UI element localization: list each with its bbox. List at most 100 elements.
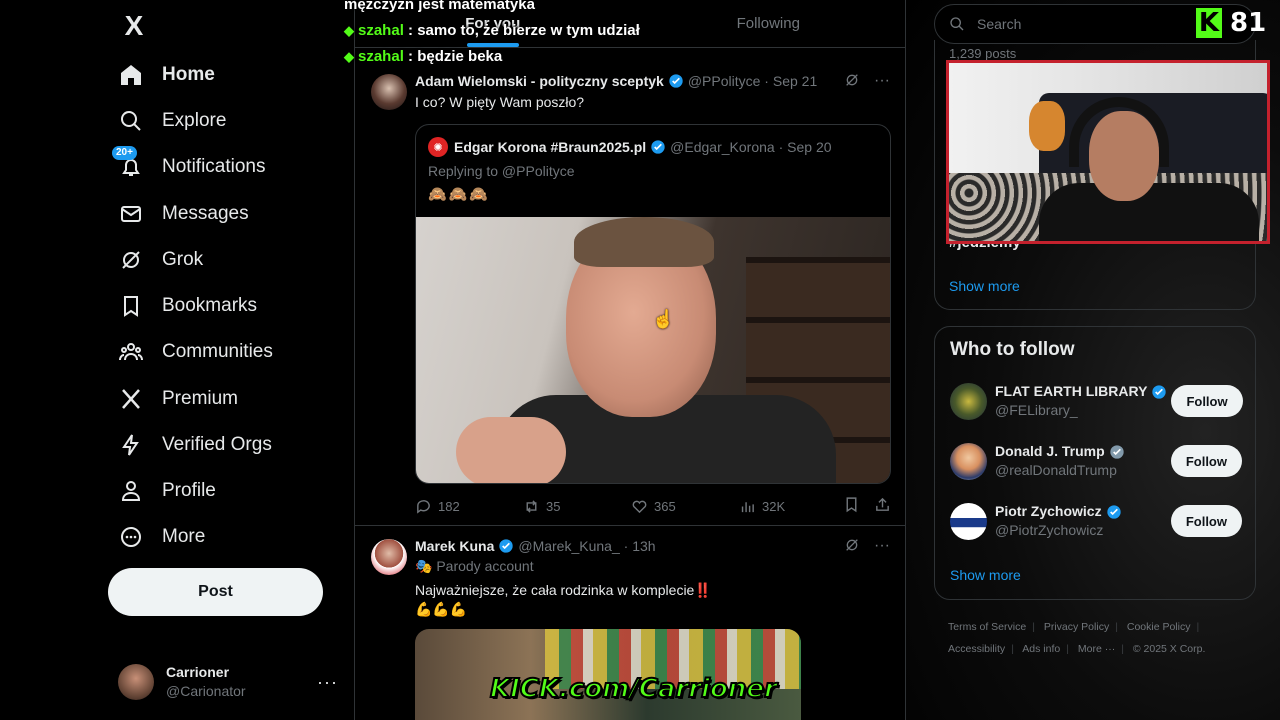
bar-chart-icon bbox=[741, 501, 754, 512]
sidebar-item-verified-orgs[interactable]: Verified Orgs bbox=[118, 427, 272, 463]
suggestion-handle: @realDonaldTrump bbox=[995, 462, 1117, 478]
tweet[interactable]: Adam Wielomski - polityczny sceptyk @PPo… bbox=[355, 62, 905, 526]
sidebar-item-label: Notifications bbox=[162, 156, 266, 177]
verified-badge-icon bbox=[1152, 384, 1167, 399]
sidebar-item-messages[interactable]: Messages bbox=[118, 196, 249, 232]
home-icon bbox=[118, 62, 144, 88]
verified-badge-icon bbox=[669, 74, 683, 88]
tweet-date[interactable]: Sep 21 bbox=[773, 73, 817, 89]
sidebar: X Home Explore 20+ Notifications Message… bbox=[0, 0, 354, 720]
sidebar-item-notifications[interactable]: 20+ Notifications bbox=[112, 146, 266, 185]
follow-suggestion[interactable]: FLAT EARTH LIBRARY @FELibrary_ Follow bbox=[950, 379, 1243, 423]
suggestion-name: Piotr Zychowicz bbox=[995, 503, 1102, 519]
more-icon[interactable]: ··· bbox=[317, 672, 338, 693]
tab-following[interactable]: Following bbox=[631, 0, 906, 47]
quoted-text: 🙈🙈🙈 bbox=[428, 186, 491, 203]
sidebar-item-home[interactable]: Home bbox=[118, 57, 215, 93]
tweet-author-handle[interactable]: @PPolityce bbox=[688, 73, 761, 89]
follow-button[interactable]: Follow bbox=[1170, 505, 1242, 537]
like-button[interactable]: 365 bbox=[631, 498, 739, 515]
show-more-link[interactable]: Show more bbox=[950, 567, 1021, 583]
avatar[interactable] bbox=[371, 539, 407, 575]
sidebar-item-label: Bookmarks bbox=[162, 295, 258, 316]
tweet-date[interactable]: 13h bbox=[632, 538, 655, 554]
quoted-tweet[interactable]: ✺ Edgar Korona #Braun2025.pl @Edgar_Koro… bbox=[415, 124, 891, 484]
share-icon[interactable] bbox=[874, 496, 891, 516]
footer-link-cookie[interactable]: Cookie Policy bbox=[1127, 621, 1191, 633]
diamond-icon: ◆ bbox=[344, 23, 354, 38]
views-button[interactable]: 32K bbox=[739, 498, 839, 515]
tweet-author-handle[interactable]: @Marek_Kuna_ bbox=[518, 538, 619, 554]
footer-link-ads-info[interactable]: Ads info bbox=[1022, 643, 1060, 655]
tweet-author-name[interactable]: Adam Wielomski - polityczny sceptyk bbox=[415, 73, 664, 89]
sidebar-item-bookmarks[interactable]: Bookmarks bbox=[118, 288, 257, 324]
tweet-text: Najważniejsze, że cała rodzinka w komple… bbox=[415, 581, 712, 619]
chat-username: szahal bbox=[358, 22, 404, 39]
avatar bbox=[950, 502, 987, 540]
sidebar-item-label: Home bbox=[162, 64, 215, 85]
sidebar-item-communities[interactable]: Communities bbox=[118, 334, 273, 370]
chat-message: ◆ szahal : samo to, że bierze w tym udzia… bbox=[344, 18, 640, 44]
quoted-author-name: Edgar Korona #Braun2025.pl bbox=[454, 139, 647, 155]
timeline: For you Following Adam Wielomski - polit… bbox=[354, 0, 906, 720]
footer-separator: | bbox=[1196, 621, 1200, 633]
view-count: 32K bbox=[762, 498, 786, 514]
post-button[interactable]: Post bbox=[108, 568, 323, 616]
trend-post-count: 1,239 posts bbox=[949, 46, 1017, 61]
avatar bbox=[950, 442, 987, 480]
repost-icon bbox=[526, 499, 537, 513]
hand-cursor-icon: ☝ bbox=[652, 309, 675, 329]
show-more-link[interactable]: Show more bbox=[949, 278, 1020, 294]
footer-link-privacy[interactable]: Privacy Policy bbox=[1044, 621, 1109, 633]
follow-suggestion[interactable]: Piotr Zychowicz @PiotrZychowicz Follow bbox=[950, 499, 1242, 543]
person-icon bbox=[118, 478, 144, 504]
webcam-streamer-body bbox=[1039, 183, 1259, 241]
sidebar-item-profile[interactable]: Profile bbox=[118, 473, 216, 509]
bookmark-icon[interactable] bbox=[843, 496, 860, 516]
footer-link-terms[interactable]: Terms of Service bbox=[948, 621, 1026, 633]
sidebar-item-premium[interactable]: Premium bbox=[118, 381, 238, 417]
x-logo[interactable]: X bbox=[118, 10, 150, 42]
avatar bbox=[118, 664, 154, 700]
avatar bbox=[950, 382, 987, 420]
kick-logo: K bbox=[1196, 8, 1222, 38]
tweet-more-icon[interactable]: ··· bbox=[874, 72, 890, 93]
separator-dot: · bbox=[774, 139, 788, 155]
tweet-text: I co? W pięty Wam poszło? bbox=[415, 94, 585, 110]
chat-text: : będzie beka bbox=[403, 48, 503, 65]
reply-button[interactable]: 182 bbox=[415, 498, 523, 515]
account-switcher[interactable]: Carrioner @Carionator ··· bbox=[118, 662, 338, 702]
sidebar-item-more[interactable]: More bbox=[118, 519, 205, 555]
repost-button[interactable]: 35 bbox=[523, 498, 631, 515]
verified-badge-icon bbox=[499, 539, 514, 553]
more-circle-icon bbox=[118, 524, 144, 550]
tweet-more-icon[interactable]: ··· bbox=[874, 537, 890, 558]
grok-icon[interactable] bbox=[844, 72, 860, 93]
reply-icon bbox=[417, 499, 430, 514]
footer-link-accessibility[interactable]: Accessibility bbox=[948, 643, 1005, 655]
sidebar-item-explore[interactable]: Explore bbox=[118, 103, 226, 139]
sidebar-item-label: Verified Orgs bbox=[162, 434, 272, 455]
people-icon bbox=[118, 339, 144, 365]
follow-suggestion[interactable]: Donald J. Trump @realDonaldTrump Follow bbox=[950, 439, 1242, 483]
sidebar-item-label: Profile bbox=[162, 480, 216, 501]
follow-button[interactable]: Follow bbox=[1170, 445, 1242, 477]
who-to-follow-title: Who to follow bbox=[950, 339, 1075, 360]
follow-button[interactable]: Follow bbox=[1171, 385, 1243, 417]
sidebar-item-grok[interactable]: Grok bbox=[118, 242, 203, 278]
tweet-author-name[interactable]: Marek Kuna bbox=[415, 538, 494, 554]
suggestion-handle: @PiotrZychowicz bbox=[995, 522, 1104, 538]
kick-channel-banner: KICK.com/Carrioner bbox=[489, 673, 778, 705]
bell-icon: 20+ bbox=[112, 146, 144, 180]
avatar[interactable] bbox=[371, 74, 407, 110]
footer-links: Terms of Service | Privacy Policy | Cookie… bbox=[948, 616, 1258, 660]
footer-link-more[interactable]: More ··· bbox=[1078, 643, 1115, 655]
sidebar-item-label: Messages bbox=[162, 203, 249, 224]
search-icon bbox=[950, 17, 964, 31]
video-thumbnail[interactable]: ☝ bbox=[416, 217, 890, 483]
grok-icon[interactable] bbox=[844, 537, 860, 558]
suggestion-handle: @FELibrary_ bbox=[995, 402, 1078, 418]
who-to-follow: Who to follow FLAT EARTH LIBRARY @FELibr… bbox=[934, 326, 1256, 600]
sidebar-item-label: More bbox=[162, 526, 206, 547]
search-icon bbox=[118, 108, 144, 134]
